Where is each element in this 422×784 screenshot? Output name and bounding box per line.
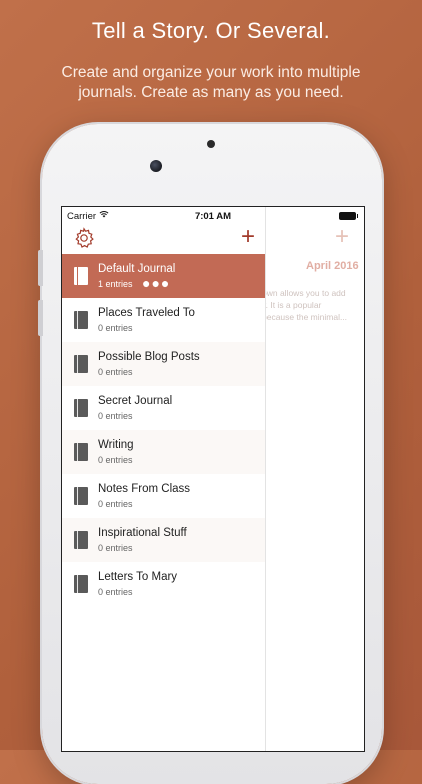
add-journal-button[interactable]: + (238, 225, 258, 249)
journal-book-icon (74, 575, 88, 593)
journal-row-notes-from-class[interactable]: Notes From Class 0 entries (62, 474, 265, 518)
journal-entry-count: 0 entries (98, 455, 133, 465)
journal-title: Default Journal (98, 263, 176, 275)
journal-row-secret-journal[interactable]: Secret Journal 0 entries (62, 386, 265, 430)
journal-row-default-journal[interactable]: Default Journal 1 entries ●●● (62, 254, 265, 298)
detail-pane: + April 2016 own allows you to add y. It… (262, 207, 364, 751)
journal-book-icon (74, 487, 88, 505)
entry-preview-line: own allows you to add (262, 288, 346, 298)
phone-screen: + April 2016 own allows you to add y. It… (61, 206, 365, 752)
promo-subline: Create and organize your work into multi… (0, 63, 422, 103)
entry-preview[interactable]: own allows you to add y. It is a popular… (262, 287, 362, 323)
month-label: April 2016 (306, 260, 359, 272)
status-bar: Carrier 7:01 AM (62, 207, 364, 225)
speaker-icon (207, 140, 215, 148)
journal-title: Notes From Class (98, 483, 191, 495)
journal-entry-count: 0 entries (98, 411, 133, 421)
more-icon[interactable]: ●●● (142, 276, 170, 290)
journal-book-icon (74, 267, 88, 285)
journal-entry-count: 0 entries (98, 323, 133, 333)
journal-book-icon (74, 355, 88, 373)
journal-row-possible-blog-posts[interactable]: Possible Blog Posts 0 entries (62, 342, 265, 386)
journal-book-icon (74, 531, 88, 549)
journal-row-places-traveled-to[interactable]: Places Traveled To 0 entries (62, 298, 265, 342)
journal-book-icon (74, 311, 88, 329)
journal-entry-count: 1 entries (98, 279, 133, 289)
journal-title: Places Traveled To (98, 307, 195, 319)
journal-entry-count: 0 entries (98, 499, 133, 509)
journal-row-letters-to-mary[interactable]: Letters To Mary 0 entries (62, 562, 265, 606)
journal-title: Inspirational Stuff (98, 527, 187, 539)
journal-list-pane: + Default Journal 1 entries ●●● Places T… (62, 207, 266, 751)
journal-list: Default Journal 1 entries ●●● Places Tra… (62, 254, 265, 606)
status-time: 7:01 AM (194, 211, 232, 222)
promo-headline: Tell a Story. Or Several. (91, 18, 331, 43)
journal-entry-count: 0 entries (98, 543, 133, 553)
settings-button[interactable] (73, 227, 95, 249)
promo-subline-line-2: journals. Create as many as you need. (78, 84, 344, 101)
promo-subline-line-1: Create and organize your work into multi… (61, 64, 361, 81)
journal-title: Secret Journal (98, 395, 173, 407)
journal-entry-count: 0 entries (98, 587, 133, 597)
entry-preview-line: y. It is a popular (262, 300, 322, 310)
entry-preview-line: because the minimal... (262, 312, 348, 322)
journal-book-icon (74, 443, 88, 461)
volume-button (38, 300, 43, 336)
journal-row-inspirational-stuff[interactable]: Inspirational Stuff 0 entries (62, 518, 265, 562)
gear-icon (75, 227, 94, 248)
camera-icon (150, 160, 162, 172)
detail-add-button[interactable]: + (332, 225, 352, 249)
journal-entry-count: 0 entries (98, 367, 133, 377)
volume-button (38, 250, 43, 286)
journal-title: Possible Blog Posts (98, 351, 200, 363)
journal-title: Letters To Mary (98, 571, 178, 583)
journal-title: Writing (98, 439, 134, 451)
journal-row-writing[interactable]: Writing 0 entries (62, 430, 265, 474)
journal-book-icon (74, 399, 88, 417)
battery-icon (339, 212, 358, 220)
